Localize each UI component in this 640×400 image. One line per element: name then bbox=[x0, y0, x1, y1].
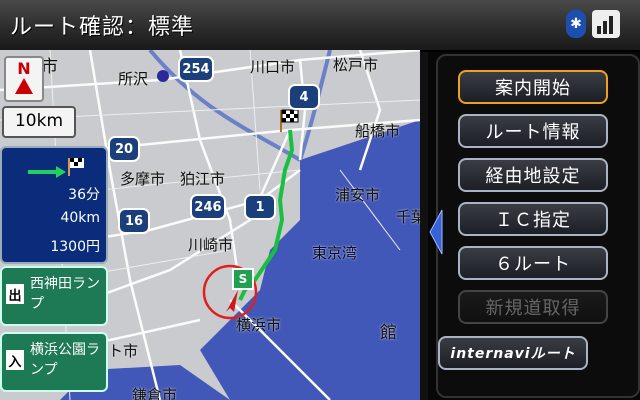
start-guide-button[interactable]: 案内開始 bbox=[458, 70, 608, 104]
north-label: N bbox=[17, 59, 31, 78]
place-urayasu: 浦安市 bbox=[335, 186, 381, 204]
route-to-goal-icon bbox=[28, 158, 84, 178]
signal-bars-icon bbox=[597, 16, 613, 34]
collapse-menu-icon[interactable] bbox=[428, 202, 444, 262]
place-komae: 狛江市 bbox=[180, 170, 226, 188]
exit-ramp-panel: 出 西神田ランプ bbox=[0, 266, 108, 326]
exit-tag: 出 bbox=[6, 284, 24, 304]
six-routes-button[interactable]: ６ルート bbox=[458, 246, 608, 280]
entrance-tag: 入 bbox=[6, 350, 24, 370]
waypoint-setting-button[interactable]: 経由地設定 bbox=[458, 158, 608, 192]
route-badge-16: 16 bbox=[118, 208, 150, 234]
sea-area bbox=[200, 120, 420, 400]
ic-designation-button[interactable]: ＩＣ指定 bbox=[458, 202, 608, 236]
bluetooth-glyph: ✱ bbox=[570, 16, 582, 32]
nav-screen: ルート確認：標準 ✱ 所沢 川口市 松戸市 船橋市 多摩市 狛江市 浦安市 千葉… bbox=[0, 0, 640, 400]
route-badge-1: 1 bbox=[244, 194, 276, 220]
map-scale-button[interactable]: 10km bbox=[2, 106, 76, 138]
landmark-icon bbox=[157, 70, 169, 82]
route-badge-246: 246 bbox=[190, 194, 226, 220]
place-yokohama: 横浜市 bbox=[236, 316, 282, 334]
start-marker: S bbox=[232, 268, 254, 290]
status-icons: ✱ bbox=[566, 10, 620, 38]
place-kan: 館 bbox=[380, 323, 397, 343]
entrance-ramp-name: 横浜公園ランプ bbox=[30, 342, 100, 378]
place-funabashi: 船橋市 bbox=[355, 122, 401, 140]
place-tokorozawa: 所沢 bbox=[118, 70, 149, 88]
route-badge-4: 4 bbox=[288, 84, 320, 110]
signal-strength-icon bbox=[592, 10, 620, 38]
title-bar: ルート確認：標準 ✱ bbox=[0, 0, 640, 52]
route-summary-panel: 36分 40km 1300円 bbox=[0, 146, 108, 264]
place-kishi: ト市 bbox=[108, 342, 139, 360]
bluetooth-icon: ✱ bbox=[566, 10, 586, 38]
place-kawasaki: 川崎市 bbox=[188, 236, 234, 254]
route-time: 36分 bbox=[68, 187, 100, 203]
current-position-arrow bbox=[226, 290, 238, 312]
place-chiba: 千葉 bbox=[396, 208, 420, 226]
place-tokyowan: 東京湾 bbox=[312, 244, 358, 262]
route-fee: 1300円 bbox=[50, 239, 100, 255]
entrance-ramp-panel: 入 横浜公園ランプ bbox=[0, 332, 108, 392]
internavi-route-button[interactable]: internaviルート bbox=[438, 336, 588, 370]
route-info-button[interactable]: ルート情報 bbox=[458, 114, 608, 148]
place-kamakura: 鎌倉市 bbox=[132, 386, 178, 400]
place-kawaguchi: 川口市 bbox=[250, 58, 296, 76]
place-matsudo: 松戸市 bbox=[333, 56, 379, 74]
new-road-acquire-button: 新規道取得 bbox=[458, 290, 608, 324]
route-distance: 40km bbox=[60, 210, 100, 226]
north-up-button[interactable]: N bbox=[4, 56, 44, 102]
place-tama: 多摩市 bbox=[120, 170, 166, 188]
screen-title: ルート確認：標準 bbox=[10, 15, 195, 40]
route-badge-254: 254 bbox=[178, 56, 214, 82]
north-arrow-icon bbox=[15, 78, 33, 94]
exit-ramp-name: 西神田ランプ bbox=[30, 276, 100, 312]
route-badge-20: 20 bbox=[108, 136, 140, 162]
route-menu: 案内開始 ルート情報 経由地設定 ＩＣ指定 ６ルート 新規道取得 interna… bbox=[428, 52, 640, 400]
